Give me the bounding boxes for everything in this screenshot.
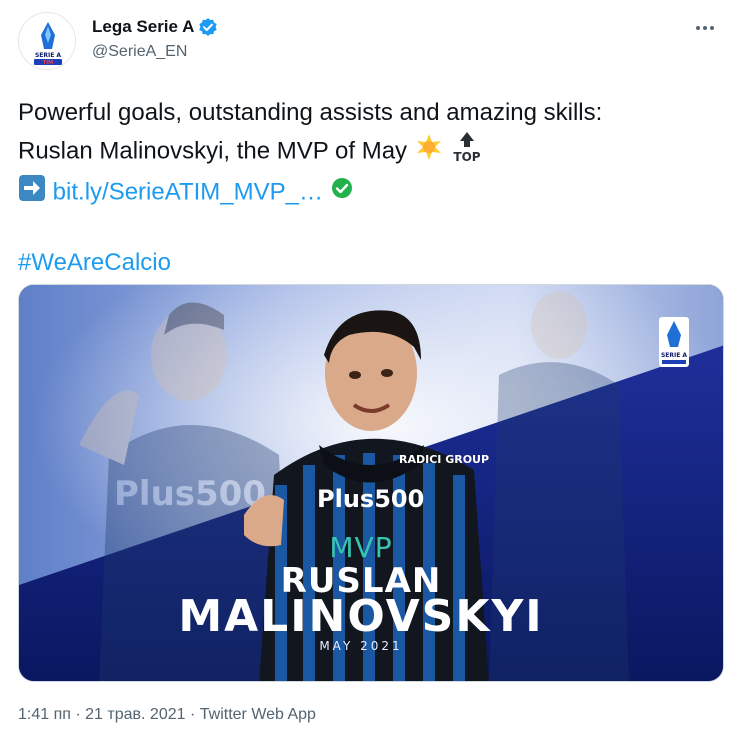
- svg-text:Plus500: Plus500: [114, 474, 266, 514]
- tweet-link[interactable]: bit.ly/SerieATIM_MVP_…: [53, 178, 323, 205]
- tweet-line-2: Ruslan Malinovskyi, the MVP of May: [18, 137, 408, 165]
- avatar[interactable]: SERIE A TIM: [18, 12, 76, 70]
- mvp-label: MVP: [329, 531, 393, 564]
- tweet-date[interactable]: 21 трав. 2021: [85, 706, 185, 723]
- footer-separator-2: ·: [189, 706, 196, 723]
- tweet-time[interactable]: 1:41 пп: [18, 706, 71, 723]
- tweet-media-image[interactable]: Plus500 Plus500 RADICI GROUP SERIE A MVP…: [18, 284, 724, 682]
- tweet-line-2-row: Ruslan Malinovskyi, the MVP of May TOP: [18, 130, 718, 174]
- handle[interactable]: @SerieA_EN: [92, 43, 218, 61]
- display-name[interactable]: Lega Serie A: [92, 17, 194, 37]
- tweet-line-1: Powerful goals, outstanding assists and …: [18, 99, 603, 126]
- tweet-source-app[interactable]: Twitter Web App: [200, 706, 316, 723]
- svg-text:Plus500: Plus500: [317, 485, 424, 513]
- player-last-name: MALINOVSKYI: [178, 591, 544, 642]
- footer-separator: ·: [75, 706, 81, 723]
- svg-text:SERIE A: SERIE A: [661, 352, 687, 359]
- star-emoji-icon: [414, 132, 444, 172]
- avatar-logo-subtext: TIM: [43, 60, 53, 66]
- verified-badge-icon: [198, 17, 218, 37]
- check-mark-emoji-icon: [330, 176, 354, 210]
- tweet-link-row: bit.ly/SerieATIM_MVP_…: [18, 174, 718, 212]
- hashtag-row: #WeAreCalcio: [18, 246, 718, 280]
- tweet-text: Powerful goals, outstanding assists and …: [18, 96, 718, 280]
- avatar-logo-text: SERIE A: [35, 52, 61, 59]
- hashtag-link[interactable]: #WeAreCalcio: [18, 249, 171, 276]
- top-arrow-emoji-icon: TOP: [450, 130, 484, 174]
- mvp-date: MAY 2021: [319, 639, 403, 653]
- more-options-icon[interactable]: [692, 18, 718, 38]
- tweet-header: SERIE A TIM Lega Serie A @SerieA_EN: [18, 12, 718, 72]
- serie-a-logo-icon: SERIE A: [659, 317, 689, 367]
- svg-text:RADICI GROUP: RADICI GROUP: [399, 453, 489, 466]
- right-arrow-emoji-icon: [18, 174, 46, 212]
- author-names: Lega Serie A @SerieA_EN: [92, 17, 218, 61]
- svg-text:TOP: TOP: [454, 150, 481, 164]
- author-name-row[interactable]: Lega Serie A: [92, 17, 218, 37]
- tweet-footer: 1:41 пп · 21 трав. 2021 · Twitter Web Ap…: [18, 706, 316, 724]
